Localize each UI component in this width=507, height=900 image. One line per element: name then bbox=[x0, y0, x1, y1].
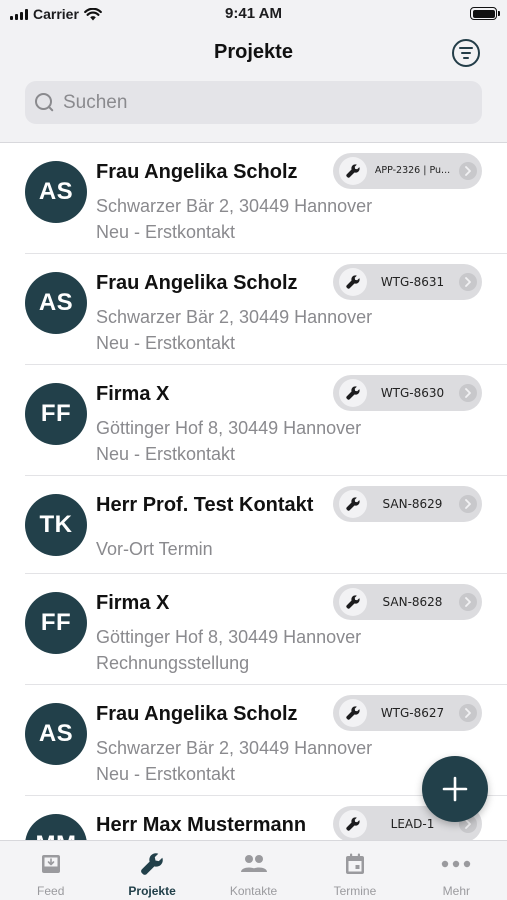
wrench-icon bbox=[339, 379, 367, 407]
project-code: APP-2326 | Pu... bbox=[374, 165, 451, 176]
project-code-badge[interactable]: WTG-8631 bbox=[333, 264, 482, 300]
wrench-icon bbox=[339, 268, 367, 296]
avatar: AS bbox=[25, 272, 87, 334]
tab-label: Projekte bbox=[128, 884, 176, 898]
people-icon bbox=[240, 851, 268, 877]
project-row[interactable]: TK Herr Prof. Test Kontakt Vor-Ort Termi… bbox=[25, 476, 507, 574]
project-code: SAN-8629 bbox=[382, 497, 443, 511]
wrench-icon bbox=[339, 810, 367, 838]
avatar: FF bbox=[25, 383, 87, 445]
chevron-right-icon bbox=[459, 593, 477, 611]
project-address: Schwarzer Bär 2, 30449 Hannover bbox=[96, 196, 373, 216]
tab-feed[interactable]: Feed bbox=[0, 841, 101, 900]
project-code-badge[interactable]: SAN-8629 bbox=[333, 486, 482, 522]
project-contact-name: Firma X bbox=[96, 592, 170, 614]
calendar-icon bbox=[344, 851, 366, 877]
project-address: Göttinger Hof 8, 30449 Hannover bbox=[96, 627, 362, 647]
project-status: Neu - Erstkontakt bbox=[96, 764, 236, 784]
project-list[interactable]: AS Frau Angelika Scholz Schwarzer Bär 2,… bbox=[0, 143, 507, 840]
feed-inbox-icon bbox=[40, 851, 62, 877]
project-status: Neu - Erstkontakt bbox=[96, 222, 236, 242]
project-contact-name: Herr Max Mustermann bbox=[96, 814, 307, 836]
project-address: Göttinger Hof 8, 30449 Hannover bbox=[96, 418, 362, 438]
chevron-right-icon bbox=[459, 495, 477, 513]
project-contact-name: Herr Prof. Test Kontakt bbox=[96, 494, 314, 516]
tab-label: Termine bbox=[333, 884, 377, 898]
project-status: Vor-Ort Termin bbox=[96, 539, 213, 559]
chevron-right-icon bbox=[459, 704, 477, 722]
app-screen: Carrier 9:41 AM Projekte AS Frau Angelik… bbox=[0, 0, 507, 900]
filter-icon[interactable] bbox=[452, 39, 480, 67]
page-title: Projekte bbox=[214, 41, 293, 63]
wrench-icon bbox=[339, 157, 367, 185]
project-code: WTG-8630 bbox=[380, 386, 445, 400]
tab-bar: Feed Projekte Kontakte Termine Mehr bbox=[0, 840, 507, 900]
project-contact-name: Frau Angelika Scholz bbox=[96, 161, 298, 183]
project-address: Schwarzer Bär 2, 30449 Hannover bbox=[96, 307, 373, 327]
search-input[interactable] bbox=[63, 91, 463, 114]
status-time: 9:41 AM bbox=[225, 5, 282, 22]
plus-icon bbox=[442, 776, 468, 802]
project-row[interactable]: AS Frau Angelika Scholz Schwarzer Bär 2,… bbox=[25, 143, 507, 254]
tab-mehr[interactable]: Mehr bbox=[406, 841, 507, 900]
tab-label: Kontakte bbox=[229, 884, 278, 898]
avatar: TK bbox=[25, 494, 87, 556]
chevron-right-icon bbox=[459, 384, 477, 402]
project-row[interactable]: AS Frau Angelika Scholz Schwarzer Bär 2,… bbox=[25, 254, 507, 365]
search-icon bbox=[35, 92, 55, 113]
project-address: Schwarzer Bär 2, 30449 Hannover bbox=[96, 738, 373, 758]
more-dots-icon bbox=[441, 851, 471, 877]
chevron-right-icon bbox=[459, 273, 477, 291]
project-code-badge[interactable]: SAN-8628 bbox=[333, 584, 482, 620]
project-code-badge[interactable]: WTG-8630 bbox=[333, 375, 482, 411]
project-code: SAN-8628 bbox=[382, 595, 443, 609]
project-status: Rechnungsstellung bbox=[96, 653, 250, 673]
project-code-badge[interactable]: WTG-8627 bbox=[333, 695, 482, 731]
tab-projekte[interactable]: Projekte bbox=[101, 841, 202, 900]
project-row[interactable]: FF Firma X Göttinger Hof 8, 30449 Hannov… bbox=[25, 365, 507, 476]
wrench-icon bbox=[339, 588, 367, 616]
chevron-right-icon bbox=[459, 162, 477, 180]
project-contact-name: Frau Angelika Scholz bbox=[96, 272, 298, 294]
avatar: AS bbox=[25, 161, 87, 223]
status-bar: Carrier 9:41 AM bbox=[0, 0, 507, 28]
search-bar[interactable] bbox=[25, 81, 482, 124]
project-code: WTG-8627 bbox=[380, 706, 445, 720]
project-row[interactable]: FF Firma X Göttinger Hof 8, 30449 Hannov… bbox=[25, 574, 507, 685]
add-project-button[interactable] bbox=[422, 756, 488, 822]
project-contact-name: Firma X bbox=[96, 383, 170, 405]
project-code-badge[interactable]: APP-2326 | Pu... bbox=[333, 153, 482, 189]
project-code: WTG-8631 bbox=[380, 275, 445, 289]
tab-label: Mehr bbox=[442, 884, 470, 898]
avatar: AS bbox=[25, 703, 87, 765]
project-contact-name: Frau Angelika Scholz bbox=[96, 703, 298, 725]
avatar: MM bbox=[25, 814, 87, 840]
header: Projekte bbox=[0, 28, 507, 143]
tab-kontakte[interactable]: Kontakte bbox=[203, 841, 304, 900]
wrench-icon bbox=[339, 490, 367, 518]
wrench-icon bbox=[339, 699, 367, 727]
tab-termine[interactable]: Termine bbox=[304, 841, 405, 900]
project-status: Neu - Erstkontakt bbox=[96, 444, 236, 464]
avatar: FF bbox=[25, 592, 87, 654]
project-status: Neu - Erstkontakt bbox=[96, 333, 236, 353]
wrench-icon bbox=[139, 851, 165, 877]
battery-icon bbox=[470, 7, 500, 20]
tab-label: Feed bbox=[37, 884, 65, 898]
